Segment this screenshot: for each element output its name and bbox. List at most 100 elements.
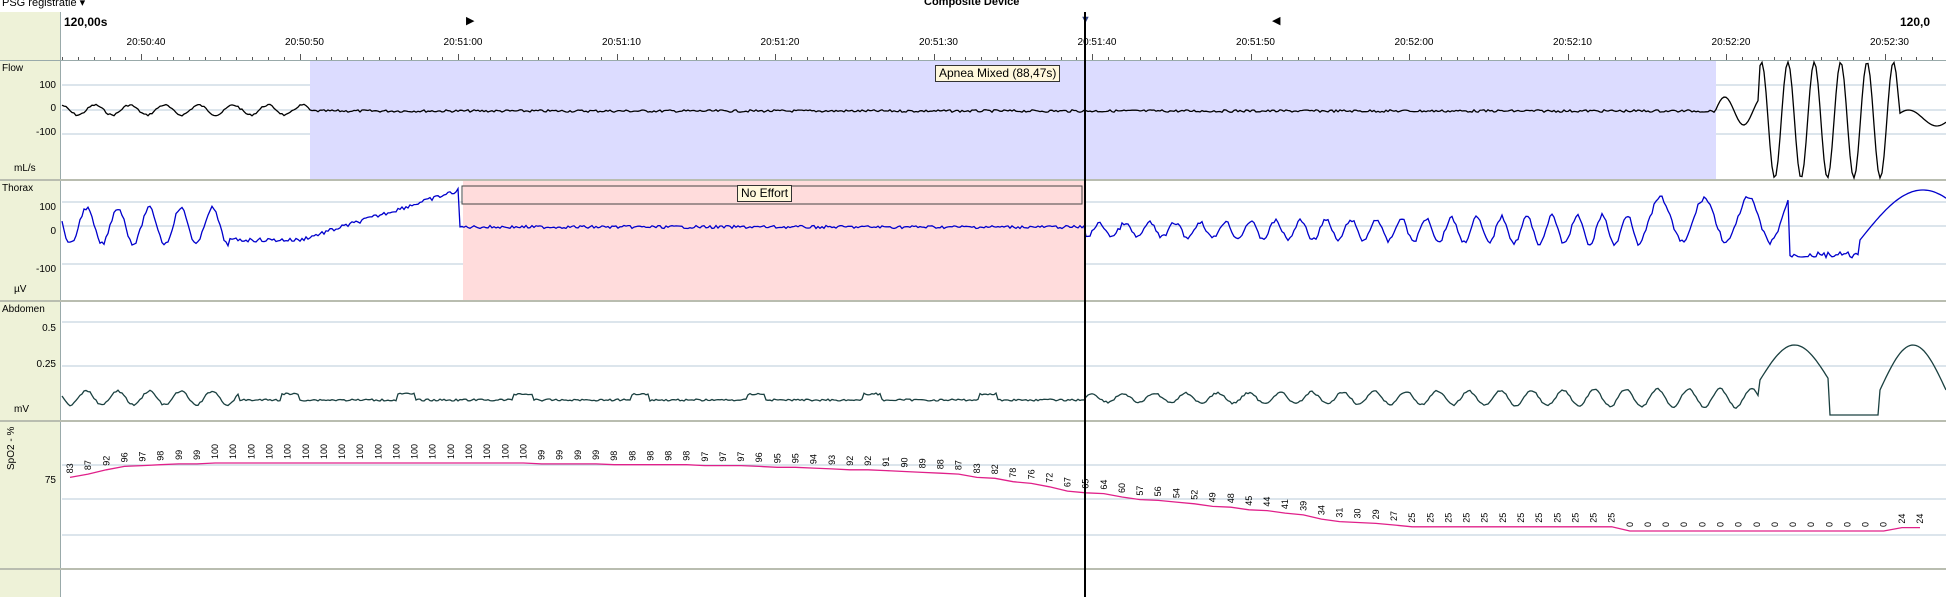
spo2-value-label: 89 (918, 458, 928, 468)
spo2-value-label: 99 (573, 450, 583, 460)
spo2-value-label: 100 (410, 444, 420, 459)
spo2-value-label: 100 (518, 444, 528, 459)
spo2-value-label: 0 (1643, 522, 1653, 527)
spo2-value-label: 100 (301, 444, 311, 459)
spo2-value-label: 98 (682, 451, 692, 461)
spo2-value-label: 98 (156, 451, 166, 461)
spo2-value-label: 83 (65, 463, 75, 473)
spo2-value-label: 24 (1897, 514, 1907, 524)
spo2-value-label: 45 (1244, 496, 1254, 506)
spo2-value-label: 76 (1026, 469, 1036, 479)
spo2-value-label: 87 (954, 460, 964, 470)
spo2-value-label: 39 (1298, 501, 1308, 511)
spo2-value-label: 98 (664, 451, 674, 461)
spo2-value-label: 25 (1516, 513, 1526, 523)
spo2-value-label: 100 (355, 444, 365, 459)
spo2-value-label: 0 (1806, 522, 1816, 527)
spo2-value-label: 54 (1171, 488, 1181, 498)
spo2-value-label: 0 (1625, 522, 1635, 527)
spo2-value-label: 100 (210, 444, 220, 459)
spo2-value-label: 25 (1425, 513, 1435, 523)
spo2-value-label: 78 (1008, 468, 1018, 478)
spo2-value-label: 25 (1443, 513, 1453, 523)
spo2-value-label: 87 (83, 460, 93, 470)
spo2-value-label: 30 (1353, 508, 1363, 518)
apnea-event-label[interactable]: Apnea Mixed (88,47s) (935, 65, 1061, 82)
spo2-value-label: 64 (1099, 480, 1109, 490)
spo2-value-label: 25 (1462, 513, 1472, 523)
spo2-value-label: 31 (1335, 508, 1345, 518)
spo2-value-label: 25 (1552, 513, 1562, 523)
spo2-value-label: 99 (591, 450, 601, 460)
spo2-value-label: 90 (899, 457, 909, 467)
spo2-value-label: 97 (718, 452, 728, 462)
spo2-value-label: 56 (1153, 486, 1163, 496)
spo2-value-label: 100 (482, 444, 492, 459)
spo2-value-label: 95 (772, 453, 782, 463)
spo2-value-label: 0 (1661, 522, 1671, 527)
spo2-value-label: 48 (1226, 493, 1236, 503)
spo2-value-label: 25 (1534, 513, 1544, 523)
spo2-value-label: 0 (1788, 522, 1798, 527)
spo2-value-label: 100 (373, 444, 383, 459)
abdomen-trace (61, 344, 1946, 416)
spo2-value-label: 98 (609, 451, 619, 461)
spo2-value-label: 96 (119, 452, 129, 462)
spo2-value-label: 67 (1063, 477, 1073, 487)
spo2-value-label: 93 (827, 455, 837, 465)
spo2-value-label: 100 (392, 444, 402, 459)
spo2-value-label: 100 (446, 444, 456, 459)
spo2-value-label: 83 (972, 463, 982, 473)
spo2-value-label: 92 (101, 456, 111, 466)
spo2-value-label: 100 (265, 444, 275, 459)
spo2-value-label: 94 (809, 454, 819, 464)
signal-plot[interactable]: 83 87 92 96 97 98 99 99 100 100 100 100 100 100 100 100… (0, 0, 1946, 597)
spo2-value-label: 100 (337, 444, 347, 459)
spo2-value-label: 92 (863, 456, 873, 466)
spo2-value-label: 57 (1135, 486, 1145, 496)
no-effort-event-label[interactable]: No Effort (737, 185, 793, 202)
spo2-value-label: 98 (627, 451, 637, 461)
spo2-value-label: 0 (1843, 522, 1853, 527)
spo2-value-label: 0 (1679, 522, 1689, 527)
spo2-value-label: 97 (138, 452, 148, 462)
spo2-value-label: 97 (700, 452, 710, 462)
spo2-value-label: 25 (1407, 513, 1417, 523)
spo2-value-label: 24 (1915, 514, 1925, 524)
spo2-value-label: 41 (1280, 499, 1290, 509)
spo2-value-label: 99 (174, 450, 184, 460)
spo2-value-label: 88 (936, 459, 946, 469)
spo2-value-label: 49 (1208, 492, 1218, 502)
spo2-value-label: 100 (283, 444, 293, 459)
spo2-value-label: 0 (1824, 522, 1834, 527)
spo2-value-label: 60 (1117, 483, 1127, 493)
spo2-value-label: 0 (1716, 522, 1726, 527)
spo2-value-label: 91 (881, 457, 891, 467)
spo2-value-label: 92 (845, 456, 855, 466)
spo2-value-label: 100 (246, 444, 256, 459)
spo2-value-label: 99 (555, 450, 565, 460)
spo2-value-label: 100 (428, 444, 438, 459)
spo2-value-label: 25 (1589, 513, 1599, 523)
spo2-value-label: 72 (1044, 473, 1054, 483)
spo2-value-label: 29 (1371, 509, 1381, 519)
spo2-value-label: 0 (1734, 522, 1744, 527)
spo2-value-label: 96 (754, 452, 764, 462)
spo2-value-label: 0 (1770, 522, 1780, 527)
spo2-value-label: 25 (1498, 513, 1508, 523)
spo2-value-label: 25 (1480, 513, 1490, 523)
spo2-value-label: 27 (1389, 511, 1399, 521)
spo2-value-label: 25 (1570, 513, 1580, 523)
spo2-value-label: 100 (319, 444, 329, 459)
spo2-value-labels: 83 87 92 96 97 98 99 99 100 100 100 100 100 100 100 100… (65, 444, 1925, 527)
spo2-value-label: 82 (990, 464, 1000, 474)
spo2-value-label: 100 (228, 444, 238, 459)
spo2-value-label: 99 (192, 450, 202, 460)
spo2-value-label: 100 (464, 444, 474, 459)
spo2-value-label: 0 (1697, 522, 1707, 527)
spo2-value-label: 52 (1190, 490, 1200, 500)
spo2-value-label: 34 (1317, 505, 1327, 515)
spo2-value-label: 0 (1752, 522, 1762, 527)
spo2-value-label: 98 (645, 451, 655, 461)
spo2-value-label: 44 (1262, 497, 1272, 507)
